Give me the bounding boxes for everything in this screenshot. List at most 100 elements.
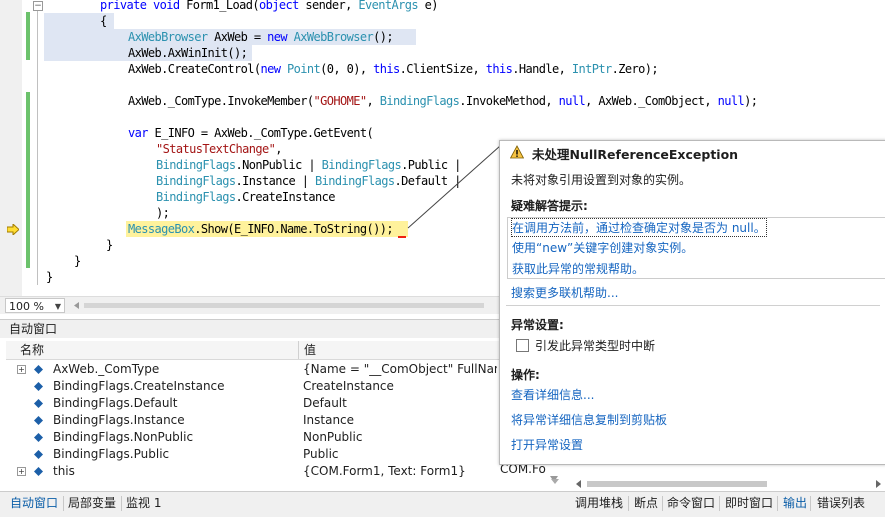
code-line[interactable]: AxWeb.CreateControl(new Point(0, 0), thi… (128, 61, 659, 77)
name-column-header[interactable]: 名称 (20, 341, 44, 359)
value-column-header[interactable]: 值 (304, 341, 316, 359)
zoom-dropdown[interactable]: 100 % ▼ (5, 298, 65, 313)
tab-output[interactable]: 输出 (783, 494, 807, 513)
copy-details-link[interactable]: 将异常详细信息复制到剪贴板 (511, 411, 667, 428)
open-exception-settings-link[interactable]: 打开异常设置 (511, 436, 583, 453)
code-token: "GOHOME" (313, 94, 368, 108)
code-token: .NonPublic | (235, 158, 322, 172)
tab-watch-1[interactable]: 监视 1 (126, 494, 161, 513)
code-line[interactable]: "StatusTextChange", (156, 141, 282, 157)
code-token: , (275, 142, 282, 156)
code-line[interactable]: ); (156, 205, 170, 221)
scroll-down-icon[interactable] (549, 470, 561, 490)
autos-row[interactable]: + AxWeb._ComType {Name = "__ComObject" Ful… (6, 361, 554, 378)
exception-header: 未处理NullReferenceException (500, 141, 885, 163)
tip-link-check-null[interactable]: 在调用方法前，通过检查确定对象是否为 null。 (511, 218, 767, 237)
autos-row-name: BindingFlags.Default (53, 396, 178, 410)
code-line[interactable]: var E_INFO = AxWeb._ComType.GetEvent( (128, 125, 374, 141)
autos-row-name: this (53, 464, 75, 478)
code-line[interactable]: MessageBox.Show(E_INFO.Name.ToString()); (128, 221, 394, 237)
autos-row-value[interactable]: Instance (303, 412, 497, 429)
code-token: AxWeb.AxWinInit(); (128, 46, 248, 60)
code-token: AxWeb._ComType.InvokeMember( (128, 94, 314, 108)
tab-command-window[interactable]: 命令窗口 (667, 494, 715, 513)
code-line[interactable]: { (100, 13, 107, 29)
code-token: IntPtr (571, 62, 612, 76)
code-line[interactable]: BindingFlags.Instance | BindingFlags.Def… (156, 173, 461, 189)
autos-row[interactable]: BindingFlags.NonPublic NonPublic (6, 429, 554, 446)
code-token: AxWeb = (214, 30, 268, 44)
tab-call-stack[interactable]: 调用堆栈 (575, 494, 623, 513)
code-token: .Public | (401, 158, 461, 172)
break-on-exception-label[interactable]: 引发此异常类型时中断 (535, 337, 655, 354)
code-line[interactable]: } (46, 269, 53, 285)
autos-row-name: BindingFlags.Public (53, 447, 170, 461)
autos-row-value[interactable]: NonPublic (303, 429, 497, 446)
exception-helper-popup: 未处理NullReferenceException 未将对象引用设置到对象的实例… (499, 140, 885, 465)
tab-divider (777, 496, 778, 511)
autos-row[interactable]: + this {COM.Form1, Text: Form1} (6, 463, 554, 480)
code-token: .Show(E_INFO.Name.ToString()); (194, 222, 393, 236)
tip-link-general-help[interactable]: 获取此异常的常规帮助。 (512, 260, 644, 277)
code-token: null (717, 94, 745, 108)
autos-row[interactable]: BindingFlags.Default Default (6, 395, 554, 412)
autos-header: 名称 值 (6, 341, 554, 360)
code-line[interactable]: AxWebBrowser AxWeb = new AxWebBrowser(); (128, 29, 394, 45)
autos-row-value[interactable]: {COM.Form1, Text: Form1} (303, 463, 497, 480)
autos-row[interactable]: BindingFlags.Instance Instance (6, 412, 554, 429)
field-icon (34, 433, 43, 442)
tips-list[interactable]: 在调用方法前，通过检查确定对象是否为 null。 使用“new”关键字创建对象实… (507, 217, 885, 279)
autos-row[interactable]: BindingFlags.Public Public (6, 446, 554, 463)
tips-heading: 疑难解答提示: (511, 199, 588, 213)
tab-autos[interactable]: 自动窗口 (10, 494, 58, 513)
field-icon (34, 450, 43, 459)
horizontal-scrollbar[interactable] (573, 478, 885, 490)
code-line[interactable]: AxWeb.AxWinInit(); (128, 45, 248, 61)
code-token: (0, 0), (320, 62, 374, 76)
expand-icon[interactable]: + (17, 467, 26, 476)
view-details-link[interactable]: 查看详细信息... (511, 386, 594, 403)
code-token: } (106, 238, 113, 252)
code-token: (); (373, 30, 393, 44)
code-token: E_INFO = AxWeb._ComType.GetEvent( (154, 126, 374, 140)
code-token: this (373, 62, 400, 76)
search-online-help-link[interactable]: 搜索更多联机帮助... (511, 284, 618, 301)
autos-row-value[interactable]: Default (303, 395, 497, 412)
tip-link-use-new[interactable]: 使用“new”关键字创建对象实例。 (512, 239, 693, 256)
code-token: .Instance | (235, 174, 315, 188)
break-on-exception-checkbox[interactable] (516, 339, 529, 352)
error-squiggle (398, 236, 406, 238)
exception-message: 未将对象引用设置到对象的实例。 (511, 173, 692, 187)
code-token: BindingFlags (315, 174, 395, 188)
code-token: , (366, 94, 380, 108)
autos-row-value[interactable]: CreateInstance (303, 378, 497, 395)
code-line[interactable]: } (106, 237, 113, 253)
code-line[interactable]: } (74, 253, 81, 269)
outline-guide (37, 11, 38, 285)
autos-row-value[interactable]: {Name = "__ComObject" FullName = "System… (303, 361, 497, 378)
autos-row[interactable]: BindingFlags.CreateInstance CreateInstanc… (6, 378, 554, 395)
actions-heading: 操作: (511, 368, 540, 382)
code-line[interactable]: AxWeb._ComType.InvokeMember("GOHOME", Bi… (128, 93, 758, 109)
tab-immediate-window[interactable]: 即时窗口 (725, 494, 773, 513)
indicator-margin[interactable] (0, 0, 22, 296)
code-token: EventArgs (358, 0, 425, 12)
tab-breakpoints[interactable]: 断点 (634, 494, 658, 513)
code-token: .InvokeMethod, (459, 94, 559, 108)
code-line[interactable]: private void Form1_Load(object sender, E… (100, 0, 438, 13)
tab-error-list[interactable]: 错误列表 (817, 494, 865, 513)
code-token: BindingFlags (379, 94, 460, 108)
code-token: this (485, 62, 513, 76)
code-line[interactable]: BindingFlags.CreateInstance (156, 189, 335, 205)
code-token: .ClientSize, (399, 62, 486, 76)
autos-row-value[interactable]: Public (303, 446, 497, 463)
change-tracking-bar (26, 92, 30, 268)
editor-horizontal-scrollbar[interactable] (72, 301, 492, 310)
code-token: BindingFlags (321, 158, 402, 172)
code-line[interactable]: BindingFlags.NonPublic | BindingFlags.Pu… (156, 157, 461, 173)
collapse-toggle-icon[interactable]: − (33, 1, 43, 11)
tab-locals[interactable]: 局部变量 (68, 494, 116, 513)
column-divider[interactable] (298, 341, 299, 359)
expand-icon[interactable]: + (17, 365, 26, 374)
code-token: new (260, 62, 287, 76)
